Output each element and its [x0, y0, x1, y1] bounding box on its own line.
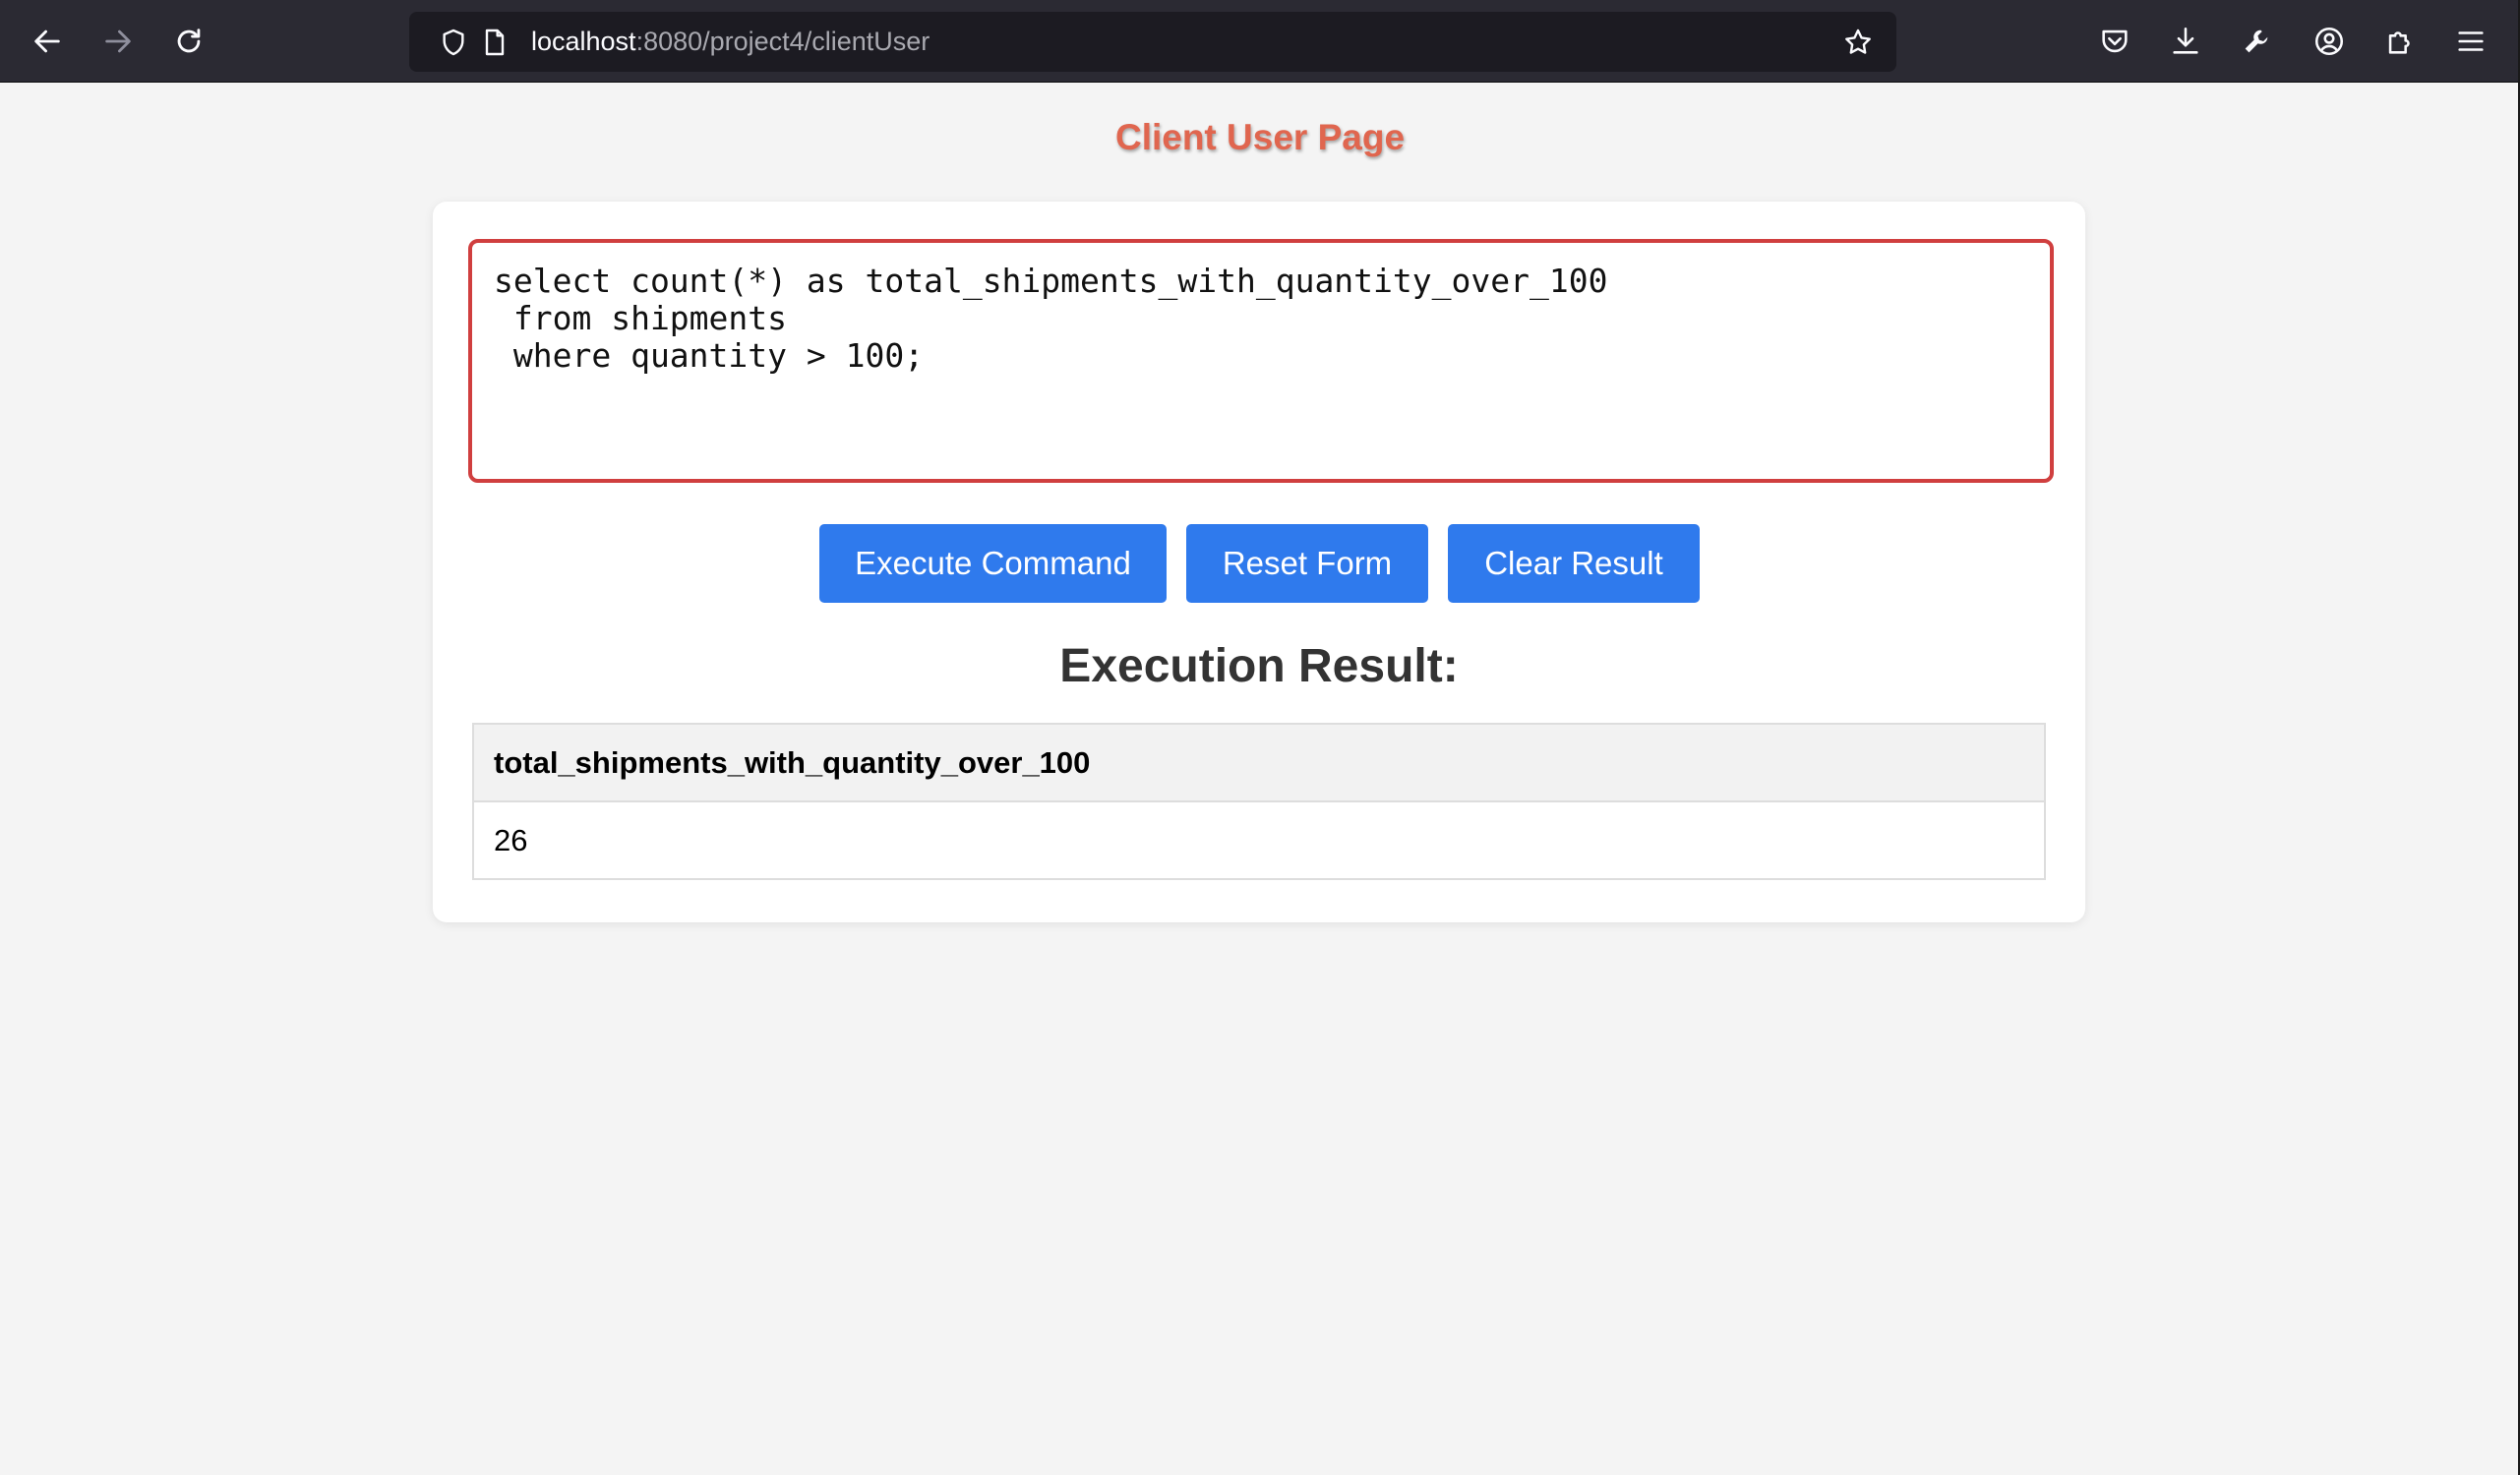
bookmark-star-icon[interactable]: [1839, 24, 1877, 61]
page-info-icon[interactable]: [476, 24, 513, 61]
account-button[interactable]: [2306, 18, 2353, 65]
execute-command-button[interactable]: Execute Command: [819, 524, 1167, 603]
browser-toolbar: localhost:8080/project4/clientUser: [0, 0, 2520, 83]
downloads-button[interactable]: [2162, 18, 2209, 65]
result-table: total_shipments_with_quantity_over_100 2…: [472, 723, 2046, 880]
url-host: localhost: [531, 27, 636, 56]
sql-query-input[interactable]: [468, 239, 2054, 483]
forward-button[interactable]: [94, 18, 142, 65]
page-content: Client User Page Execute Command Reset F…: [0, 84, 2520, 1475]
url-text[interactable]: localhost:8080/project4/clientUser: [531, 12, 930, 72]
query-card: Execute Command Reset Form Clear Result …: [433, 202, 2085, 922]
wrench-icon: [2245, 30, 2268, 53]
url-path: :8080/project4/clientUser: [635, 27, 930, 56]
extensions-button[interactable]: [2376, 18, 2424, 65]
back-button[interactable]: [24, 18, 71, 65]
pocket-button[interactable]: [2091, 18, 2138, 65]
reload-button[interactable]: [165, 18, 212, 65]
puzzle-icon: [2388, 31, 2410, 54]
result-heading: Execution Result:: [1059, 640, 1459, 692]
arrow-left-icon: [34, 30, 60, 53]
download-icon: [2173, 27, 2198, 54]
url-bar[interactable]: localhost:8080/project4/clientUser: [409, 12, 1896, 72]
table-header-row: total_shipments_with_quantity_over_100: [472, 723, 2046, 802]
table-row: 26: [472, 800, 2046, 880]
reset-form-button[interactable]: Reset Form: [1186, 524, 1428, 603]
hamburger-menu-icon: [2458, 31, 2484, 51]
table-cell: 26: [472, 800, 2046, 880]
button-row: Execute Command Reset Form Clear Result: [433, 524, 2085, 603]
devtools-button[interactable]: [2233, 18, 2280, 65]
reload-icon: [177, 29, 201, 53]
shield-icon[interactable]: [435, 24, 472, 61]
page-title: Client User Page: [1114, 117, 1406, 157]
arrow-right-icon: [105, 30, 131, 53]
pocket-icon: [2102, 30, 2128, 53]
clear-result-button[interactable]: Clear Result: [1448, 524, 1700, 603]
menu-button[interactable]: [2447, 18, 2494, 65]
column-header: total_shipments_with_quantity_over_100: [472, 723, 2046, 802]
account-icon: [2314, 27, 2344, 56]
